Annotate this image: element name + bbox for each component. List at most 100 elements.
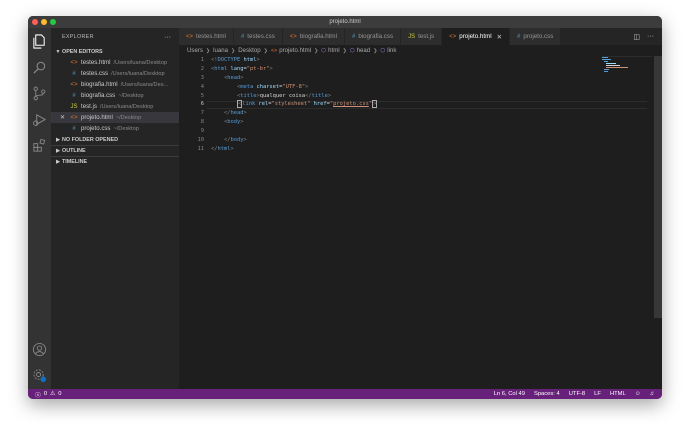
line-number: 7: [200, 110, 204, 117]
notifications-bell-icon[interactable]: ♫: [650, 391, 654, 397]
search-icon[interactable]: [32, 60, 47, 75]
breadcrumb-item[interactable]: link: [387, 47, 396, 54]
close-window-button[interactable]: [32, 19, 38, 25]
editor-scrollbar[interactable]: [654, 56, 662, 318]
editor-tab[interactable]: # testes.css: [233, 28, 283, 45]
html-file-icon: <>: [70, 81, 78, 88]
code-line: <body>: [223, 119, 244, 126]
file-type-icon: #: [240, 33, 245, 40]
cursor-position[interactable]: Ln 6, Col 49: [494, 391, 525, 397]
editor-tab[interactable]: <> projeto.html ✕: [442, 28, 511, 45]
open-editor-item[interactable]: <> testes.html/Users/luana/Desktop: [51, 57, 179, 68]
run-debug-icon[interactable]: [32, 112, 47, 127]
editor-tab[interactable]: JS test.js: [401, 28, 443, 45]
open-editor-item[interactable]: JS test.js/Users/luana/Desktop: [51, 101, 179, 112]
feedback-icon[interactable]: ☺: [635, 391, 641, 397]
code-editor[interactable]: 1 2 3 4 5 6 7 8 9 10 11 <!DOCTYPE html> <html lang…: [179, 56, 662, 389]
code-line: <meta charset="UTF-8">: [236, 83, 309, 90]
status-right: Ln 6, Col 49 Spaces: 4 UTF-8 LF HTML ☺ ♫: [494, 391, 662, 397]
minimize-window-button[interactable]: [41, 19, 47, 25]
file-name: testes.css: [81, 70, 109, 77]
error-icon: ⓧ: [35, 392, 41, 399]
open-editor-item[interactable]: # projeto.css ~/Desktop: [51, 123, 179, 134]
outline-section[interactable]: ▶ OUTLINE: [51, 145, 179, 156]
file-name: projeto.css: [81, 125, 111, 132]
line-number: 8: [200, 119, 204, 126]
split-editor-icon[interactable]: ◫: [633, 33, 640, 41]
file-name: biografia.html: [81, 81, 118, 88]
line-number: 1: [200, 57, 204, 63]
close-icon[interactable]: ✕: [60, 114, 65, 121]
breadcrumb-separator-icon: ❯: [263, 47, 268, 54]
line-number: 4: [200, 83, 204, 90]
timeline-label: TIMELINE: [62, 159, 88, 165]
timeline-section[interactable]: ▶ TIMELINE: [51, 156, 179, 167]
html-file-icon: <>: [70, 59, 78, 66]
editor-tab[interactable]: <> testes.html: [179, 28, 234, 45]
file-name: test.js: [81, 103, 97, 110]
breadcrumb-item[interactable]: projeto.html: [279, 47, 311, 54]
title-bar: projeto.html: [28, 16, 662, 28]
encoding[interactable]: UTF-8: [569, 391, 585, 397]
open-editor-item[interactable]: ✕ <> projeto.html ~/Desktop: [51, 112, 179, 123]
tab-actions: ◫ ···: [633, 28, 662, 45]
explorer-title: EXPLORER: [62, 34, 94, 40]
editor-tab[interactable]: <> biografia.html: [282, 28, 345, 45]
tab-label: projeto.css: [523, 33, 554, 40]
chevron-right-icon: ▶: [56, 159, 60, 165]
status-bar: ⓧ 0 ⚠ 0 Ln 6, Col 49 Spaces: 4 UTF-8 LF …: [28, 389, 662, 399]
code-line: </html>: [211, 145, 234, 152]
html-file-icon: <>: [270, 47, 278, 54]
maximize-window-button[interactable]: [50, 19, 56, 25]
file-type-icon: <>: [186, 33, 194, 40]
breadcrumb-item[interactable]: luana: [213, 47, 228, 54]
code-line: <html lang="pt-br">: [211, 65, 273, 72]
explorer-sidebar: EXPLORER ··· ▼ OPEN EDITORS <> testes.htm…: [51, 28, 179, 389]
no-folder-section[interactable]: ▶ NO FOLDER OPENED: [51, 134, 179, 145]
file-name: testes.html: [81, 59, 111, 66]
element-symbol-icon: ⬡: [380, 47, 386, 54]
end-of-line[interactable]: LF: [594, 391, 601, 397]
editor-tab[interactable]: # projeto.css: [510, 28, 562, 45]
more-actions-icon[interactable]: ···: [647, 33, 654, 40]
breadcrumb-separator-icon: ❯: [373, 47, 378, 54]
code-line: <link rel="stylesheet" href="projeto.css…: [236, 100, 378, 109]
file-name: projeto.html: [81, 114, 113, 121]
open-editors-label: OPEN EDITORS: [62, 48, 103, 55]
code-line: </body>: [223, 137, 247, 144]
code-content[interactable]: <!DOCTYPE html> <html lang="pt-br"> <hea…: [211, 56, 378, 154]
css-file-icon: #: [72, 92, 76, 99]
file-path: ~/Desktop: [118, 92, 144, 99]
open-editor-item[interactable]: # biografia.css ~/Desktop: [51, 90, 179, 101]
window-title: projeto.html: [329, 19, 361, 25]
tab-list: <> testes.html # testes.css <> biografia.html…: [179, 28, 562, 45]
open-editor-item[interactable]: # testes.css/Users/luana/Desktop: [51, 68, 179, 79]
tab-label: projeto.html: [459, 33, 492, 40]
explorer-header: EXPLORER ···: [51, 28, 179, 46]
indentation[interactable]: Spaces: 4: [534, 391, 560, 397]
open-editor-item[interactable]: <> biografia.html/Users/luana/Des...: [51, 79, 179, 90]
source-control-icon[interactable]: [32, 86, 47, 101]
css-file-icon: #: [72, 125, 76, 132]
file-path: ~/Desktop: [113, 125, 139, 132]
breadcrumb-item[interactable]: Users: [187, 47, 203, 54]
breadcrumb: Users ❯ luana ❯ Desktop ❯ <> projeto.html ❯ ⬡ html…: [179, 45, 662, 56]
breadcrumb-item[interactable]: Desktop: [238, 47, 260, 54]
chevron-down-icon: ▼: [55, 48, 61, 55]
language-mode[interactable]: HTML: [610, 391, 626, 397]
minimap[interactable]: [602, 56, 652, 76]
editor-tab[interactable]: # biografia.css: [344, 28, 402, 45]
editor-tabs: <> testes.html # testes.css <> biografia.html…: [179, 28, 662, 45]
manage-gear-icon[interactable]: [32, 368, 47, 383]
breadcrumb-item[interactable]: html: [328, 47, 340, 54]
open-editors-section[interactable]: ▼ OPEN EDITORS: [51, 46, 179, 57]
breadcrumb-item[interactable]: head: [357, 47, 371, 54]
extensions-icon[interactable]: [32, 138, 47, 153]
explorer-icon[interactable]: [32, 34, 47, 49]
more-actions-icon[interactable]: ···: [164, 34, 171, 41]
problems-indicator[interactable]: ⓧ 0 ⚠ 0: [28, 390, 61, 399]
close-tab-icon[interactable]: ✕: [497, 33, 502, 41]
no-folder-label: NO FOLDER OPENED: [62, 136, 119, 143]
breadcrumb-separator-icon: ❯: [314, 47, 319, 54]
account-icon[interactable]: [32, 342, 47, 357]
